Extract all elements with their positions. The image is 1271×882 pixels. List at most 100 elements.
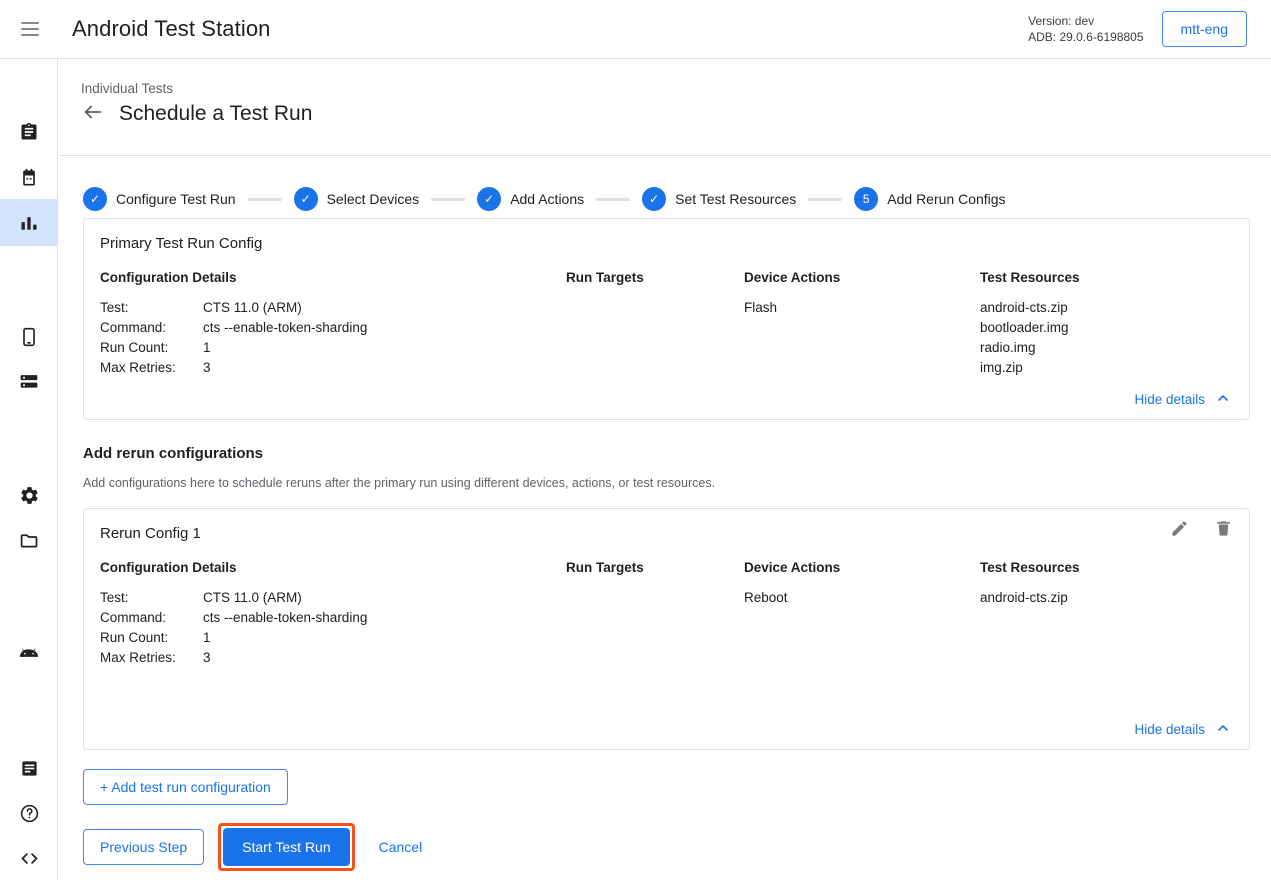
sidebar-item-file-browser[interactable] xyxy=(0,517,58,564)
step-add-actions[interactable]: ✓ Add Actions xyxy=(477,187,584,211)
detail-row: Max Retries: 3 xyxy=(100,648,566,668)
delete-rerun-config-button[interactable] xyxy=(1213,521,1233,541)
card-footer: Hide details xyxy=(100,390,1231,409)
card-action-buttons xyxy=(1169,521,1233,541)
detail-value: 1 xyxy=(203,338,211,358)
sidebar-item-help[interactable] xyxy=(0,790,58,837)
detail-key: Max Retries: xyxy=(100,648,203,668)
step-configure-test-run[interactable]: ✓ Configure Test Run xyxy=(83,187,236,211)
wizard-stepper: ✓ Configure Test Run ✓ Select Devices ✓ … xyxy=(59,156,1271,218)
step-set-test-resources[interactable]: ✓ Set Test Resources xyxy=(642,187,796,211)
detail-row: Test: CTS 11.0 (ARM) xyxy=(100,588,566,608)
column-header: Configuration Details xyxy=(100,270,566,285)
detail-value: 3 xyxy=(203,648,211,668)
step-marker: 5 xyxy=(854,187,878,211)
card-title: Rerun Config 1 xyxy=(100,525,1231,542)
step-connector xyxy=(596,198,630,201)
main-content: Individual Tests Schedule a Test Run ✓ C… xyxy=(59,59,1271,881)
start-test-run-highlight: Start Test Run xyxy=(218,823,354,871)
sidebar-item-developer[interactable] xyxy=(0,835,58,882)
version-info: Version: dev ADB: 29.0.6-6198805 xyxy=(1028,13,1143,45)
sidebar-item-android[interactable] xyxy=(0,631,58,678)
code-icon xyxy=(19,848,40,869)
sidebar-item-test-results[interactable] xyxy=(0,199,58,246)
column-device-actions: Device Actions Reboot xyxy=(744,560,980,668)
column-header: Test Resources xyxy=(980,560,1231,575)
step-connector xyxy=(808,198,842,201)
device-action-item: Flash xyxy=(744,298,980,318)
step-marker: ✓ xyxy=(294,187,318,211)
device-action-item: Reboot xyxy=(744,588,980,608)
calendar-icon xyxy=(19,168,39,188)
hamburger-icon[interactable] xyxy=(10,9,50,49)
left-nav-rail xyxy=(0,59,58,881)
column-configuration-details: Configuration Details Test: CTS 11.0 (AR… xyxy=(100,560,566,668)
step-label: Select Devices xyxy=(327,191,420,207)
chevron-up-icon xyxy=(1215,390,1231,409)
sidebar-item-test-runs[interactable] xyxy=(0,108,58,155)
detail-key: Command: xyxy=(100,318,203,338)
hide-details-label: Hide details xyxy=(1134,392,1205,407)
step-label: Set Test Resources xyxy=(675,191,796,207)
step-label: Add Rerun Configs xyxy=(887,191,1005,207)
rerun-section-description: Add configurations here to schedule reru… xyxy=(83,476,1250,490)
card-columns: Configuration Details Test: CTS 11.0 (AR… xyxy=(100,270,1231,378)
hamburger-bar xyxy=(21,34,39,36)
cancel-button[interactable]: Cancel xyxy=(369,830,433,864)
sidebar-item-settings[interactable] xyxy=(0,472,58,519)
step-select-devices[interactable]: ✓ Select Devices xyxy=(294,187,420,211)
previous-step-button[interactable]: Previous Step xyxy=(83,829,204,865)
phone-icon xyxy=(19,327,39,347)
help-icon xyxy=(19,803,40,824)
sidebar-item-hosts[interactable] xyxy=(0,357,58,404)
detail-row: Run Count: 1 xyxy=(100,338,566,358)
gear-icon xyxy=(19,485,40,506)
column-test-resources: Test Resources android-cts.zip bootloade… xyxy=(980,270,1231,378)
server-icon xyxy=(19,371,39,391)
step-connector xyxy=(248,198,282,201)
top-app-bar: Android Test Station Version: dev ADB: 2… xyxy=(0,0,1271,59)
detail-key: Test: xyxy=(100,588,203,608)
hide-details-toggle[interactable]: Hide details xyxy=(1134,720,1231,739)
edit-rerun-config-button[interactable] xyxy=(1169,521,1189,541)
adb-version-line: ADB: 29.0.6-6198805 xyxy=(1028,29,1143,45)
column-run-targets: Run Targets xyxy=(566,560,744,668)
card-columns: Configuration Details Test: CTS 11.0 (AR… xyxy=(100,560,1231,668)
step-add-rerun-configs[interactable]: 5 Add Rerun Configs xyxy=(854,187,1005,211)
user-account-button[interactable]: mtt-eng xyxy=(1162,11,1247,47)
page-header: Individual Tests Schedule a Test Run xyxy=(59,59,1271,156)
topbar-right-group: Version: dev ADB: 29.0.6-6198805 mtt-eng xyxy=(1028,11,1271,47)
column-header: Run Targets xyxy=(566,270,744,285)
rerun-config-card: Rerun Config 1 xyxy=(83,508,1250,750)
wizard-footer-actions: Previous Step Start Test Run Cancel xyxy=(83,823,1250,871)
detail-key: Run Count: xyxy=(100,338,203,358)
detail-value: cts --enable-token-sharding xyxy=(203,608,367,628)
folder-icon xyxy=(19,530,40,551)
sidebar-item-test-plans[interactable] xyxy=(0,154,58,201)
column-header: Device Actions xyxy=(744,560,980,575)
app-title: Android Test Station xyxy=(72,16,271,42)
step-marker: ✓ xyxy=(83,187,107,211)
detail-value: 3 xyxy=(203,358,211,378)
step-connector xyxy=(431,198,465,201)
hide-details-label: Hide details xyxy=(1134,722,1205,737)
back-button[interactable] xyxy=(81,102,105,126)
notes-icon xyxy=(20,759,39,778)
hamburger-bar xyxy=(21,28,39,30)
detail-value: 1 xyxy=(203,628,211,648)
detail-key: Test: xyxy=(100,298,203,318)
breadcrumb[interactable]: Individual Tests xyxy=(81,81,1271,96)
add-test-run-configuration-button[interactable]: + Add test run configuration xyxy=(83,769,288,805)
detail-key: Max Retries: xyxy=(100,358,203,378)
column-header: Device Actions xyxy=(744,270,980,285)
arrow-left-icon xyxy=(82,101,104,128)
hide-details-toggle[interactable]: Hide details xyxy=(1134,390,1231,409)
test-resource-item: android-cts.zip xyxy=(980,298,1231,318)
start-test-run-button[interactable]: Start Test Run xyxy=(223,828,349,866)
sidebar-item-devices[interactable] xyxy=(0,313,58,360)
detail-row: Test: CTS 11.0 (ARM) xyxy=(100,298,566,318)
detail-row: Run Count: 1 xyxy=(100,628,566,648)
column-header: Run Targets xyxy=(566,560,744,575)
sidebar-item-notes[interactable] xyxy=(0,745,58,792)
detail-row: Max Retries: 3 xyxy=(100,358,566,378)
